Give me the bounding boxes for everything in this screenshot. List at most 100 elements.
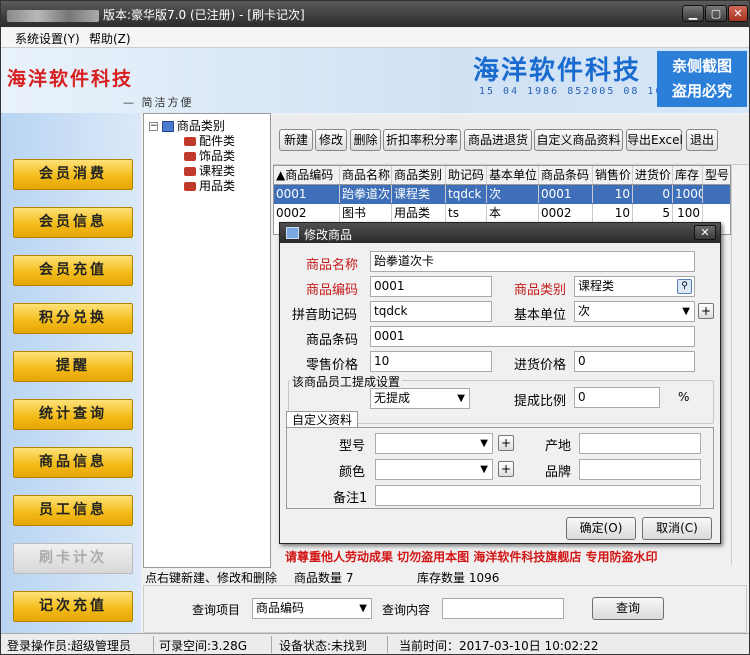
ratio-label: 提成比例 bbox=[514, 394, 567, 409]
ok-button[interactable]: 确定(O) bbox=[566, 517, 636, 540]
purchase-price-input[interactable]: 0 bbox=[574, 351, 695, 372]
nav-count-recharge[interactable]: 记次充值 bbox=[13, 591, 133, 622]
minimize-button[interactable]: ▁ bbox=[682, 5, 704, 22]
table-cell: 0002 bbox=[274, 204, 340, 222]
exit-button[interactable]: 退出 bbox=[686, 129, 718, 151]
nav-member-info[interactable]: 会员信息 bbox=[13, 207, 133, 238]
current-time: 当前时间：2017-03-10日 10:02:22 bbox=[399, 639, 599, 653]
commission-type-select[interactable]: 无提成 ▼ bbox=[370, 388, 470, 409]
nav-points-exchange[interactable]: 积分兑换 bbox=[13, 303, 133, 334]
vertical-scrollbar[interactable] bbox=[731, 165, 745, 565]
query-panel: 查询项目 商品编码 ▼ 查询内容 查询 bbox=[143, 585, 747, 633]
col-header[interactable]: 基本单位 bbox=[487, 166, 539, 184]
origin-input[interactable] bbox=[579, 433, 701, 454]
menu-help[interactable]: 帮助(Z) bbox=[89, 30, 131, 47]
banner: 海洋软件科技 — 简洁方便 海洋软件科技 15 04 1986 852005 0… bbox=[1, 48, 749, 113]
unit-select[interactable]: 次 ▼ bbox=[574, 301, 695, 322]
query-content-input[interactable] bbox=[442, 598, 564, 619]
table-cell: 100 bbox=[673, 204, 703, 222]
nav-member-recharge[interactable]: 会员充值 bbox=[13, 255, 133, 286]
nav-reminder[interactable]: 提醒 bbox=[13, 351, 133, 382]
nav-card-count[interactable]: 刷卡计次 bbox=[13, 543, 133, 574]
table-cell bbox=[703, 185, 730, 203]
pinyin-input[interactable]: tqdck bbox=[370, 301, 492, 322]
nav-staff-info[interactable]: 员工信息 bbox=[13, 495, 133, 526]
table-row[interactable]: 0002 图书 用品类 ts 本 0002 10 5 100 bbox=[274, 204, 730, 223]
modify-button[interactable]: 修改 bbox=[315, 129, 347, 151]
query-button[interactable]: 查询 bbox=[592, 597, 664, 620]
edit-product-dialog: 修改商品 ✕ 商品名称 跆拳道次卡 商品编码 0001 商品类别 课程类 ⚲ 拼… bbox=[279, 222, 721, 544]
table-cell: 10 bbox=[593, 185, 633, 203]
add-model-button[interactable]: + bbox=[498, 435, 514, 451]
tree-item-label: 课程类 bbox=[199, 164, 236, 178]
table-cell: 5 bbox=[633, 204, 673, 222]
window-title: 版本:豪华版7.0 (已注册) - [刷卡记次] bbox=[7, 6, 305, 23]
query-field-label: 查询项目 bbox=[192, 603, 241, 617]
divider bbox=[271, 636, 272, 653]
add-color-button[interactable]: + bbox=[498, 461, 514, 477]
retail-price-label: 零售价格 bbox=[306, 358, 359, 373]
delete-button[interactable]: 删除 bbox=[350, 129, 381, 151]
nav-statistics[interactable]: 统计查询 bbox=[13, 399, 133, 430]
barcode-input[interactable]: 0001 bbox=[370, 326, 695, 347]
cancel-button[interactable]: 取消(C) bbox=[642, 517, 712, 540]
col-header[interactable]: ▲商品编码 bbox=[274, 166, 340, 184]
search-icon[interactable]: ⚲ bbox=[677, 279, 692, 294]
pinyin-label: 拼音助记码 bbox=[292, 308, 358, 323]
nav-product-info[interactable]: 商品信息 bbox=[13, 447, 133, 478]
discount-button[interactable]: 折扣率积分率 bbox=[383, 129, 461, 151]
tree-item-supplies[interactable]: 用品类 bbox=[184, 177, 235, 194]
product-count: 商品数量 7 bbox=[294, 571, 354, 585]
return-goods-button[interactable]: 商品进退货 bbox=[464, 129, 532, 151]
note-label: 备注1 bbox=[333, 491, 368, 506]
custom-product-button[interactable]: 自定义商品资料 bbox=[534, 129, 623, 151]
col-header[interactable]: 库存 bbox=[673, 166, 703, 184]
retail-price-input[interactable]: 10 bbox=[370, 351, 492, 372]
table-row[interactable]: 0001 跆拳道次 课程类 tqdck 次 0001 10 0 1000 bbox=[274, 185, 730, 204]
item-icon bbox=[184, 167, 196, 176]
divider bbox=[153, 636, 154, 653]
table-cell: 本 bbox=[487, 204, 539, 222]
menu-system-settings[interactable]: 系统设置(Y) bbox=[15, 30, 80, 47]
col-header[interactable]: 销售价 bbox=[593, 166, 633, 184]
unit-label: 基本单位 bbox=[514, 308, 567, 323]
export-excel-button[interactable]: 导出Excel bbox=[626, 129, 683, 151]
col-header[interactable]: 商品类别 bbox=[392, 166, 446, 184]
col-header[interactable]: 商品名称 bbox=[340, 166, 392, 184]
operator-status: 登录操作员:超级管理员 bbox=[7, 639, 132, 653]
maximize-button[interactable]: ▢ bbox=[705, 5, 727, 22]
category-input[interactable]: 课程类 ⚲ bbox=[574, 276, 695, 297]
tab-custom-data[interactable]: 自定义资料 bbox=[286, 411, 358, 428]
nav-member-consume[interactable]: 会员消费 bbox=[13, 159, 133, 190]
info-line: 点右键新建、修改和删除 商品数量 7 库存数量 1096 bbox=[143, 567, 747, 585]
status-bar: 登录操作员:超级管理员 可录空间:3.28G 设备状态:未找到 当前时间：201… bbox=[1, 633, 749, 654]
app-window: 版本:豪华版7.0 (已注册) - [刷卡记次] ▁ ▢ ✕ 系统设置(Y) 帮… bbox=[0, 0, 750, 655]
color-select[interactable]: ▼ bbox=[375, 459, 493, 480]
table-cell: 跆拳道次 bbox=[342, 185, 392, 203]
right-logo: 海洋软件科技 bbox=[473, 56, 642, 86]
col-header[interactable]: 进货价 bbox=[633, 166, 673, 184]
brand-input[interactable] bbox=[579, 459, 701, 480]
code-label: 商品编码 bbox=[306, 283, 359, 298]
dialog-close-button[interactable]: ✕ bbox=[694, 225, 716, 240]
col-header[interactable]: 助记码 bbox=[446, 166, 487, 184]
add-unit-button[interactable]: + bbox=[698, 303, 714, 319]
col-header[interactable]: 型号 bbox=[703, 166, 730, 184]
chevron-down-icon: ▼ bbox=[480, 464, 488, 475]
table-cell: 0001 bbox=[274, 185, 340, 203]
close-button[interactable]: ✕ bbox=[728, 5, 748, 22]
collapse-toggle[interactable]: − bbox=[149, 122, 158, 131]
model-select[interactable]: ▼ bbox=[375, 433, 493, 454]
table-cell: 图书 bbox=[340, 204, 392, 222]
dialog-title-bar: 修改商品 ✕ bbox=[280, 223, 720, 243]
watermark-text: 请尊重他人劳动成果 切勿盗用本图 海洋软件科技旗舰店 专用防盗水印 bbox=[285, 550, 658, 564]
tree-item-label: 配件类 bbox=[199, 134, 236, 148]
table-cell bbox=[703, 204, 730, 222]
name-input[interactable]: 跆拳道次卡 bbox=[370, 251, 695, 272]
note-input[interactable] bbox=[375, 485, 701, 506]
new-button[interactable]: 新建 bbox=[279, 129, 313, 151]
col-header[interactable]: 商品条码 bbox=[539, 166, 593, 184]
ratio-input[interactable]: 0 bbox=[574, 387, 660, 408]
query-field-select[interactable]: 商品编码 ▼ bbox=[252, 598, 372, 619]
code-input[interactable]: 0001 bbox=[370, 276, 492, 297]
